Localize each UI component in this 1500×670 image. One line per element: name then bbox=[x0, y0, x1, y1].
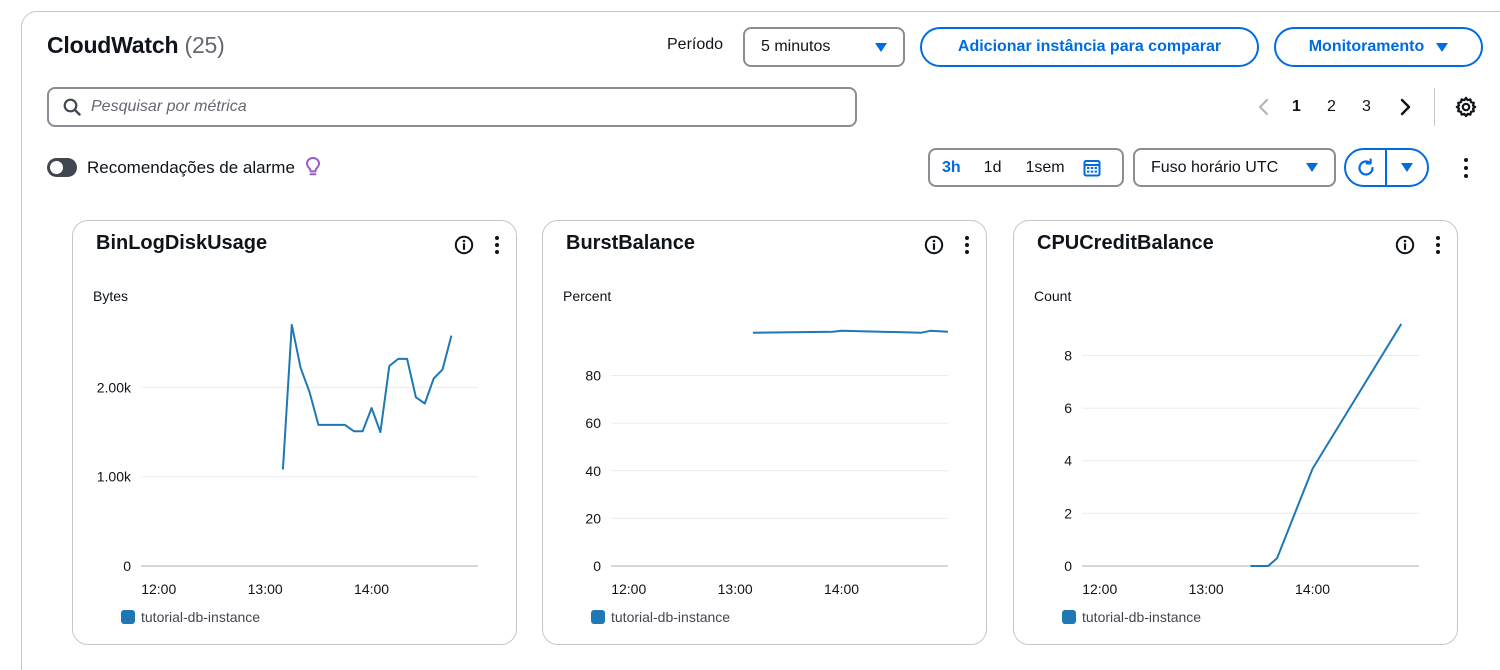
metric-card: BurstBalance Percent 0 20 40 60 80 12:00 13:00 1… bbox=[542, 220, 987, 645]
legend-swatch bbox=[1062, 610, 1076, 624]
toolbar-divider bbox=[1434, 88, 1435, 126]
monitoring-dropdown-button[interactable]: Monitoramento bbox=[1274, 27, 1483, 67]
legend-label: tutorial-db-instance bbox=[141, 609, 261, 625]
metric-search bbox=[47, 87, 857, 127]
series-line bbox=[1250, 323, 1403, 567]
lightbulb-icon bbox=[305, 156, 321, 176]
y-tick-label: 0 bbox=[1064, 558, 1072, 574]
timezone-select[interactable]: Fuso horário UTC bbox=[1133, 148, 1336, 187]
legend-label: tutorial-db-instance bbox=[1082, 609, 1202, 625]
gear-icon[interactable] bbox=[1454, 95, 1478, 119]
y-tick-label: 8 bbox=[1064, 347, 1072, 363]
x-tick-label: 12:00 bbox=[141, 581, 176, 597]
search-icon bbox=[63, 98, 81, 116]
chevron-right-icon[interactable] bbox=[1397, 94, 1413, 120]
y-tick-label: 2.00k bbox=[97, 379, 132, 395]
calendar-icon[interactable] bbox=[1083, 159, 1101, 177]
legend-swatch bbox=[121, 610, 135, 624]
add-instance-compare-button[interactable]: Adicionar instância para comparar bbox=[920, 27, 1259, 67]
y-tick-label: 1.00k bbox=[97, 469, 132, 485]
search-input[interactable] bbox=[91, 98, 791, 116]
x-tick-label: 13:00 bbox=[248, 581, 283, 597]
series-line bbox=[752, 329, 949, 334]
refresh-icon bbox=[1357, 157, 1374, 176]
y-axis-label: Percent bbox=[563, 288, 611, 304]
caret-down-icon bbox=[1401, 163, 1413, 172]
metric-card: BinLogDiskUsage Bytes 0 1.00k 2.00k 12:00 13:… bbox=[72, 220, 517, 645]
x-tick-label: 13:00 bbox=[718, 581, 753, 597]
metric-count: (25) bbox=[184, 32, 225, 58]
timezone-value: Fuso horário UTC bbox=[1151, 158, 1279, 176]
period-value: 5 minutos bbox=[761, 38, 831, 55]
metric-chart: Percent 0 20 40 60 80 12:00 13:00 14:00 bbox=[563, 288, 949, 597]
page-3-link[interactable]: 3 bbox=[1362, 94, 1378, 120]
refresh-button[interactable] bbox=[1346, 150, 1387, 185]
y-tick-label: 80 bbox=[585, 368, 601, 384]
y-tick-label: 6 bbox=[1064, 400, 1072, 416]
x-tick-label: 14:00 bbox=[1295, 581, 1330, 597]
caret-down-icon bbox=[1306, 163, 1318, 172]
refresh-interval-dropdown[interactable] bbox=[1387, 163, 1427, 172]
period-label: Período bbox=[667, 36, 724, 53]
period-select[interactable]: 5 minutos bbox=[743, 27, 905, 67]
chart-legend: tutorial-db-instance bbox=[591, 609, 730, 625]
metric-chart: Bytes 0 1.00k 2.00k 12:00 13:00 14:00 bbox=[93, 288, 478, 597]
metric-chart: Count 0 2 4 6 8 12:00 13:00 14:00 bbox=[1034, 288, 1419, 597]
more-vertical-icon[interactable] bbox=[1458, 157, 1474, 179]
page-2-link[interactable]: 2 bbox=[1327, 94, 1343, 120]
x-tick-label: 14:00 bbox=[824, 581, 859, 597]
legend-label: tutorial-db-instance bbox=[611, 609, 731, 625]
y-tick-label: 4 bbox=[1064, 453, 1072, 469]
alarm-recommendations-toggle[interactable] bbox=[47, 158, 77, 177]
y-tick-label: 2 bbox=[1064, 505, 1072, 521]
y-tick-label: 0 bbox=[123, 558, 131, 574]
range-1d-option[interactable]: 1d bbox=[984, 159, 1002, 177]
x-tick-label: 14:00 bbox=[354, 581, 389, 597]
chart-legend: tutorial-db-instance bbox=[1062, 609, 1201, 625]
page-title: CloudWatch (25) bbox=[47, 32, 225, 58]
y-tick-label: 0 bbox=[593, 558, 601, 574]
x-tick-label: 12:00 bbox=[1082, 581, 1117, 597]
refresh-control bbox=[1344, 148, 1429, 187]
time-range-selector: 3h 1d 1sem bbox=[928, 148, 1124, 187]
range-1w-option[interactable]: 1sem bbox=[1025, 159, 1064, 177]
alarm-recommendations-label: Recomendações de alarme bbox=[87, 158, 295, 177]
y-tick-label: 20 bbox=[585, 510, 601, 526]
series-line bbox=[281, 323, 453, 470]
y-axis-label: Count bbox=[1034, 288, 1071, 304]
chart-legend: tutorial-db-instance bbox=[121, 609, 260, 625]
y-axis-label: Bytes bbox=[93, 288, 128, 304]
y-tick-label: 40 bbox=[585, 463, 601, 479]
metric-card: CPUCreditBalance Count 0 2 4 6 8 12:00 13:00 14:… bbox=[1013, 220, 1458, 645]
monitoring-label: Monitoramento bbox=[1308, 38, 1425, 55]
page-1-link[interactable]: 1 bbox=[1292, 94, 1308, 120]
legend-swatch bbox=[591, 610, 605, 624]
range-3h-option[interactable]: 3h bbox=[942, 159, 961, 177]
caret-down-icon bbox=[1436, 42, 1449, 52]
caret-down-icon bbox=[875, 42, 887, 52]
chevron-left-icon[interactable] bbox=[1256, 94, 1272, 120]
x-tick-label: 13:00 bbox=[1189, 581, 1224, 597]
y-tick-label: 60 bbox=[585, 415, 601, 431]
x-tick-label: 12:00 bbox=[611, 581, 646, 597]
